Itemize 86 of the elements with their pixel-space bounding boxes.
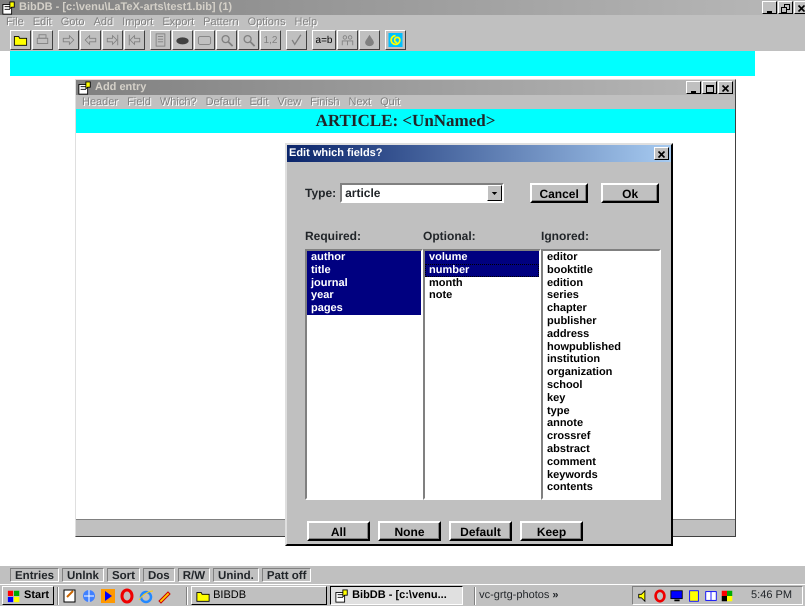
dialog-title: Edit which fields? [289, 146, 383, 162]
list-item[interactable]: series [543, 289, 659, 302]
field-list[interactable]: volume number month note [423, 249, 541, 500]
list-item[interactable]: annote [543, 417, 659, 430]
status-field: Entries [10, 568, 59, 582]
status-field: Dos [142, 568, 175, 582]
status-field: Unind. [213, 568, 259, 582]
list-item[interactable]: number [425, 264, 539, 277]
monitor-icon[interactable] [670, 588, 684, 602]
list-item[interactable]: edition [543, 276, 659, 290]
book-icon[interactable] [704, 588, 718, 602]
folder-icon[interactable] [13, 33, 28, 47]
flag-icon[interactable] [720, 588, 734, 602]
taskbar-button[interactable]: BIBDB [191, 586, 328, 605]
list-item[interactable]: publisher [543, 314, 659, 328]
close-icon[interactable] [657, 150, 666, 159]
list-item[interactable]: crossref [543, 430, 659, 443]
list-item[interactable]: journal [307, 276, 421, 290]
column-heading: Required: [305, 228, 362, 245]
close-button[interactable] [654, 147, 669, 160]
column-heading: Optional: [423, 228, 477, 245]
close-button[interactable] [794, 1, 805, 14]
list-item[interactable]: volume [425, 251, 539, 264]
list-item[interactable]: title [307, 264, 421, 277]
chevron-button[interactable]: » [552, 587, 558, 604]
list-item[interactable]: author [307, 251, 421, 264]
check-icon[interactable] [289, 33, 304, 47]
minimize-button[interactable] [686, 81, 701, 94]
toolbar-label: vc-grtg-photos [479, 588, 550, 604]
dialog-button[interactable]: All [307, 521, 370, 541]
clock: 5:46 PM [751, 588, 792, 604]
notepad-icon[interactable] [62, 588, 78, 604]
windows-logo-icon [7, 588, 21, 602]
status-field: Unlnk [62, 568, 104, 582]
list-item[interactable]: contents [543, 481, 659, 494]
status-field: Patt off [262, 568, 312, 582]
close-icon[interactable] [721, 84, 730, 93]
status-field: Sort [106, 568, 140, 582]
dropdown-arrow-icon [491, 190, 498, 196]
list-item[interactable]: note [425, 289, 539, 302]
list-item[interactable]: address [543, 328, 659, 341]
start-button[interactable]: Start [2, 586, 54, 605]
minimize-button[interactable] [762, 1, 777, 14]
list-item[interactable]: pages [307, 302, 421, 315]
dialog-button[interactable]: Keep [520, 521, 583, 541]
list-item[interactable]: abstract [543, 442, 659, 456]
restore-button[interactable] [778, 1, 793, 14]
list-item[interactable]: comment [543, 456, 659, 469]
list-item[interactable]: type [543, 404, 659, 418]
window-title: BibDB - [c:\venu\LaTeX-arts\test1.bib] (1) [19, 0, 232, 16]
type-dropdown[interactable]: article [340, 183, 504, 203]
field-label: Type: [305, 185, 336, 202]
restore-icon[interactable] [781, 4, 790, 13]
taskbar-button[interactable]: BibDB - [c:\venu... [330, 586, 464, 605]
list-item[interactable]: editor [543, 251, 659, 264]
globe-icon[interactable] [81, 588, 98, 604]
list-item[interactable]: howpublished [543, 340, 659, 354]
list-item[interactable]: school [543, 378, 659, 392]
app-icon [78, 80, 92, 94]
document-icon[interactable] [686, 588, 701, 602]
dialog-button[interactable]: None [378, 521, 441, 541]
dialog-button[interactable]: Cancel [530, 183, 588, 203]
close-button[interactable] [718, 81, 733, 94]
list-item[interactable]: institution [543, 353, 659, 366]
maximize-button[interactable] [702, 81, 717, 94]
list-item[interactable]: keywords [543, 468, 659, 482]
maximize-icon[interactable] [705, 84, 714, 93]
entry-header: ARTICLE: <UnNamed> [316, 111, 496, 130]
play-icon[interactable] [100, 588, 116, 604]
status-field: R/W [178, 568, 210, 582]
list-item[interactable]: key [543, 392, 659, 405]
list-item[interactable]: booktitle [543, 264, 659, 277]
toolbar-button[interactable]: a=b [312, 30, 336, 50]
list-item[interactable]: month [425, 276, 539, 290]
close-icon[interactable] [797, 4, 805, 13]
dialog-button[interactable]: Default [449, 521, 512, 541]
field-list[interactable]: editor booktitle edition series chapter publisher address howpublished institution organization school key type annote crossref abstract comment keywords contents [541, 249, 661, 500]
list-item[interactable]: organization [543, 366, 659, 379]
list-item[interactable]: chapter [543, 302, 659, 315]
window-title: Add entry [95, 80, 146, 96]
app-icon [335, 588, 350, 602]
dialog-button[interactable]: Ok [601, 183, 660, 203]
field-list[interactable]: author title journal year pages [305, 249, 423, 500]
list-item[interactable]: year [307, 289, 421, 302]
column-heading: Ignored: [541, 228, 590, 245]
app-icon [2, 0, 16, 14]
